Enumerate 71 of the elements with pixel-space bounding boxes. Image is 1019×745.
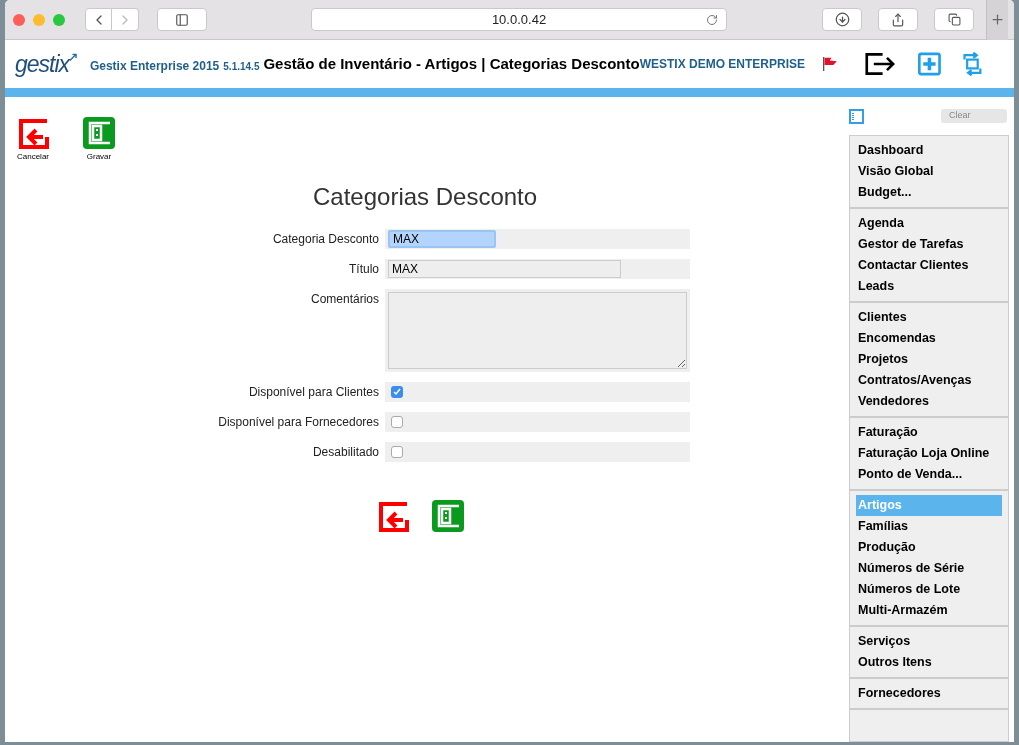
- logout-icon[interactable]: [864, 51, 897, 77]
- form-title: Categorias Desconto: [313, 182, 539, 212]
- plus-icon: [990, 12, 1005, 27]
- checkbox[interactable]: [391, 416, 403, 428]
- reload-icon[interactable]: [706, 13, 718, 26]
- menu-item[interactable]: Fornecedores: [856, 683, 1002, 704]
- menu-item[interactable]: Faturação: [856, 422, 1002, 443]
- cancel-button[interactable]: Cancelar: [15, 117, 51, 163]
- door-icon: [432, 500, 464, 532]
- menu-item[interactable]: Visão Global: [856, 161, 1002, 182]
- menu-item[interactable]: Famílias: [856, 516, 1002, 537]
- save-button[interactable]: Gravar: [81, 117, 117, 163]
- checkbox[interactable]: [391, 446, 403, 458]
- panel-icon[interactable]: [849, 108, 864, 124]
- back-button[interactable]: [85, 8, 112, 31]
- downloads-button[interactable]: [822, 8, 862, 31]
- menu-item[interactable]: Dashboard: [856, 140, 1002, 161]
- version-number: 5.1.14.5: [223, 59, 260, 74]
- logo[interactable]: gestix: [15, 46, 70, 82]
- text-field[interactable]: MAX: [388, 260, 621, 278]
- menu-item[interactable]: Contratos/Avenças: [856, 370, 1002, 391]
- product-name: Gestix Enterprise 2015: [89, 57, 220, 75]
- checkbox[interactable]: [391, 386, 403, 398]
- menu-item[interactable]: Contactar Clientes: [856, 255, 1002, 276]
- door-icon: [83, 117, 115, 149]
- menu-item[interactable]: Outros Itens: [856, 652, 1002, 673]
- text-field[interactable]: MAX: [388, 230, 496, 248]
- sync-icon[interactable]: [961, 51, 984, 77]
- field-label: Disponível para Fornecedores: [217, 414, 380, 431]
- zoom-window-button[interactable]: [53, 13, 65, 26]
- menu-item[interactable]: Números de Lote: [856, 579, 1002, 600]
- flag-icon[interactable]: [821, 55, 839, 73]
- menu-item[interactable]: Multi-Armazém: [856, 600, 1002, 621]
- field-label: Comentários: [309, 291, 380, 308]
- exit-arrow-icon: [377, 500, 409, 532]
- address-bar[interactable]: 10.0.0.42: [311, 8, 727, 31]
- menu-item[interactable]: Números de Série: [856, 558, 1002, 579]
- menu-item[interactable]: Clientes: [856, 307, 1002, 328]
- tabs-icon: [947, 13, 961, 26]
- menu-item[interactable]: Budget...: [856, 182, 1002, 203]
- menu-item[interactable]: Vendedores: [856, 391, 1002, 412]
- menu-item[interactable]: Gestor de Tarefas: [856, 234, 1002, 255]
- exit-arrow-icon: [17, 117, 49, 149]
- menu-item[interactable]: Serviços: [856, 631, 1002, 652]
- field-label: Desabilitado: [311, 444, 380, 461]
- download-icon: [834, 12, 850, 27]
- save-button[interactable]: [432, 500, 464, 532]
- company-name: WESTIX DEMO ENTERPRISE: [639, 56, 806, 73]
- menu-item[interactable]: Encomendas: [856, 328, 1002, 349]
- menu-item[interactable]: Projetos: [856, 349, 1002, 370]
- new-tab-button[interactable]: [986, 0, 1008, 40]
- tabs-button[interactable]: [934, 8, 974, 31]
- page-title: Gestão de Inventário - Artigos | Categorias Desconto: [263, 53, 640, 74]
- field-label: Categoria Desconto: [271, 231, 380, 248]
- field-label: Disponível para Clientes: [247, 384, 380, 401]
- menu-item[interactable]: Agenda: [856, 213, 1002, 234]
- share-button[interactable]: [878, 8, 918, 31]
- menu-item[interactable]: Leads: [856, 276, 1002, 297]
- sidebar-toggle-button[interactable]: [157, 8, 207, 31]
- share-icon: [891, 12, 905, 27]
- close-window-button[interactable]: [13, 13, 25, 26]
- add-icon[interactable]: [918, 51, 942, 77]
- arrow-icon: [69, 52, 78, 62]
- sidebar-icon: [175, 12, 189, 27]
- menu-item[interactable]: Ponto de Venda...: [856, 464, 1002, 485]
- field-label: Título: [348, 261, 380, 278]
- forward-button[interactable]: [112, 8, 139, 31]
- menu-item[interactable]: Faturação Loja Online: [856, 443, 1002, 464]
- cancel-button[interactable]: [377, 500, 409, 532]
- comments-field[interactable]: [388, 292, 687, 369]
- menu-item[interactable]: Produção: [856, 537, 1002, 558]
